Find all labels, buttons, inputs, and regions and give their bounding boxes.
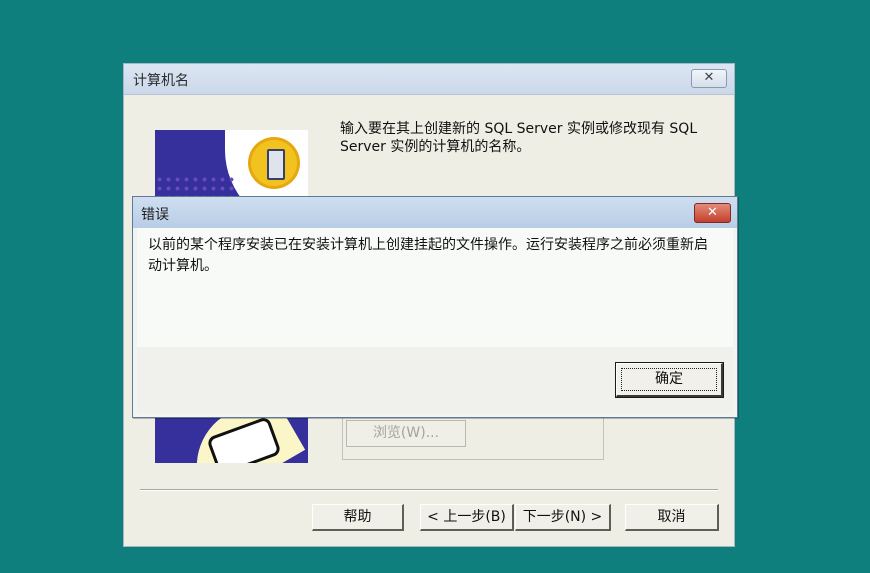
- wizard-separator: [140, 489, 718, 491]
- next-button[interactable]: 下一步(N) >: [515, 504, 611, 531]
- back-button[interactable]: < 上一步(B): [420, 504, 514, 531]
- browse-button[interactable]: 浏览(W)...: [346, 420, 466, 447]
- wizard-description: 输入要在其上创建新的 SQL Server 实例或修改现有 SQL Server…: [340, 121, 698, 155]
- wizard-title: 计算机名: [133, 73, 189, 89]
- error-title: 错误: [141, 207, 169, 223]
- cancel-button[interactable]: 取消: [625, 504, 719, 531]
- ok-button[interactable]: 确定: [615, 362, 724, 398]
- error-message: 以前的某个程序安装已在安装计算机上创建挂起的文件操作。运行安装程序之前必须重新启…: [148, 237, 708, 274]
- ok-button-label: 确定: [655, 371, 683, 387]
- server-icon: [251, 140, 297, 186]
- wizard-titlebar: 计算机名 ✕: [124, 64, 734, 95]
- error-dialog: 错误 ✕ 以前的某个程序安装已在安装计算机上创建挂起的文件操作。运行安装程序之前…: [132, 196, 738, 418]
- help-button[interactable]: 帮助: [312, 504, 404, 531]
- error-titlebar: 错误 ✕: [133, 197, 737, 228]
- error-close-button[interactable]: ✕: [694, 203, 731, 223]
- wizard-close-button[interactable]: ✕: [691, 69, 727, 88]
- server-box-icon: [267, 149, 285, 180]
